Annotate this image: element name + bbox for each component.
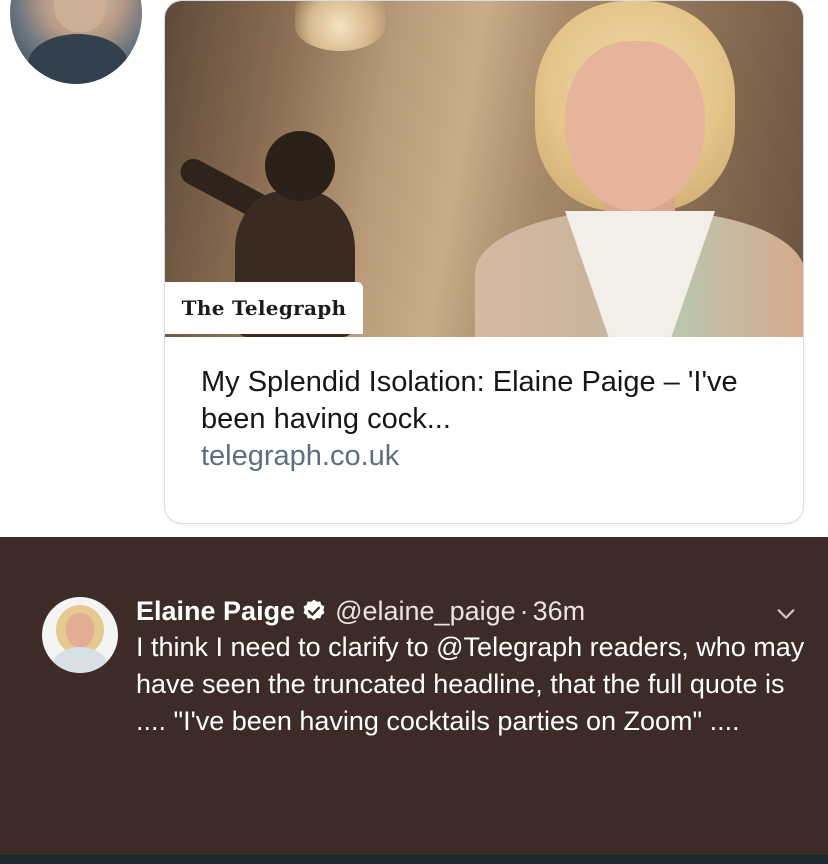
link-card-text: My Splendid Isolation: Elaine Paige – 'I… <box>201 364 791 475</box>
author-name[interactable]: Elaine Paige <box>136 593 295 629</box>
bottom-bar <box>0 855 828 864</box>
avatar-shirt <box>28 34 128 84</box>
statue-head <box>265 131 335 201</box>
meta-separator: · <box>519 596 529 626</box>
link-headline[interactable]: My Splendid Isolation: Elaine Paige – 'I… <box>201 364 791 438</box>
tweet-timestamp[interactable]: 36m <box>533 593 586 629</box>
publisher-logo: The Telegraph <box>165 282 363 334</box>
portrait-face <box>565 41 705 211</box>
link-preview-card[interactable]: The Telegraph My Splendid Isolation: Ela… <box>164 0 804 524</box>
article-image: The Telegraph <box>165 1 803 337</box>
avatar-face <box>54 0 106 32</box>
tweet: Elaine Paige @elaine_paige · 36m I think… <box>136 593 806 740</box>
tweet-text: I think I need to clarify to @Telegraph … <box>136 632 805 736</box>
tweet-panel: Elaine Paige @elaine_paige · 36m I think… <box>0 537 828 855</box>
chevron-down-icon[interactable] <box>775 603 797 625</box>
tweet-header: Elaine Paige @elaine_paige · 36m <box>136 593 806 629</box>
portrait-figure <box>465 1 803 337</box>
lamp-glow <box>295 1 385 51</box>
user-avatar[interactable] <box>10 0 142 84</box>
author-avatar-body <box>52 647 108 673</box>
quoted-tweet-area: The Telegraph My Splendid Isolation: Ela… <box>0 0 828 537</box>
author-avatar-face <box>66 613 94 647</box>
author-handle[interactable]: @elaine_paige <box>335 593 516 629</box>
author-avatar[interactable] <box>42 597 118 673</box>
link-domain[interactable]: telegraph.co.uk <box>201 438 791 475</box>
verified-badge-icon <box>303 599 325 621</box>
